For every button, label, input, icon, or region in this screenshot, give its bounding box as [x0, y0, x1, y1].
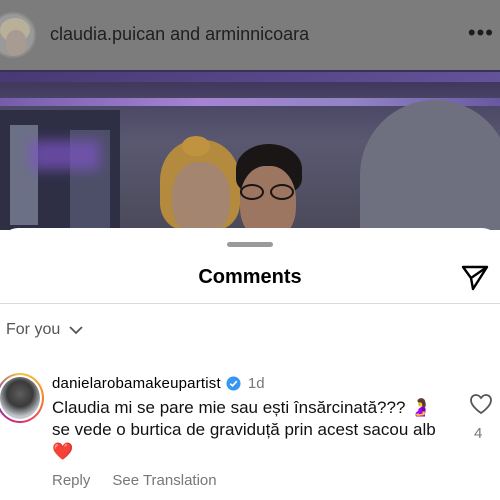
post-author-1[interactable]: claudia.puican — [50, 24, 165, 44]
comment-text: Claudia mi se pare mie sau ești însărcin… — [52, 398, 436, 461]
commenter-avatar[interactable] — [0, 373, 44, 423]
post-photo — [0, 70, 500, 230]
comments-title: Comments — [198, 266, 302, 288]
comment-time: 1d — [247, 375, 265, 392]
comments-filter[interactable]: For you — [6, 321, 84, 339]
see-translation-button[interactable]: See Translation — [112, 472, 216, 489]
comment-header: danielarobamakeupartist 1d — [52, 375, 265, 392]
chevron-down-icon — [69, 326, 83, 335]
send-icon[interactable] — [459, 262, 491, 294]
reply-button[interactable]: Reply — [52, 472, 90, 489]
filter-label: For you — [6, 321, 61, 338]
commenter-username[interactable]: danielarobamakeupartist — [52, 375, 221, 392]
verified-icon — [226, 376, 241, 391]
header-divider — [0, 303, 500, 304]
post-author-avatar[interactable] — [0, 12, 36, 58]
heart-outline-icon[interactable] — [469, 393, 493, 415]
like-count: 4 — [474, 425, 483, 442]
post-author-2[interactable]: arminnicoara — [205, 24, 309, 44]
sheet-drag-handle[interactable] — [227, 242, 273, 247]
comment-actions: Reply See Translation — [52, 472, 217, 489]
post-author-joiner: and — [165, 24, 206, 44]
more-icon[interactable]: ••• — [468, 20, 494, 46]
comments-sheet: Comments For you danielarobamakeupartist… — [0, 228, 500, 500]
post-authors[interactable]: claudia.puican and arminnicoara — [50, 24, 309, 45]
post-header: claudia.puican and arminnicoara ••• — [0, 0, 500, 70]
